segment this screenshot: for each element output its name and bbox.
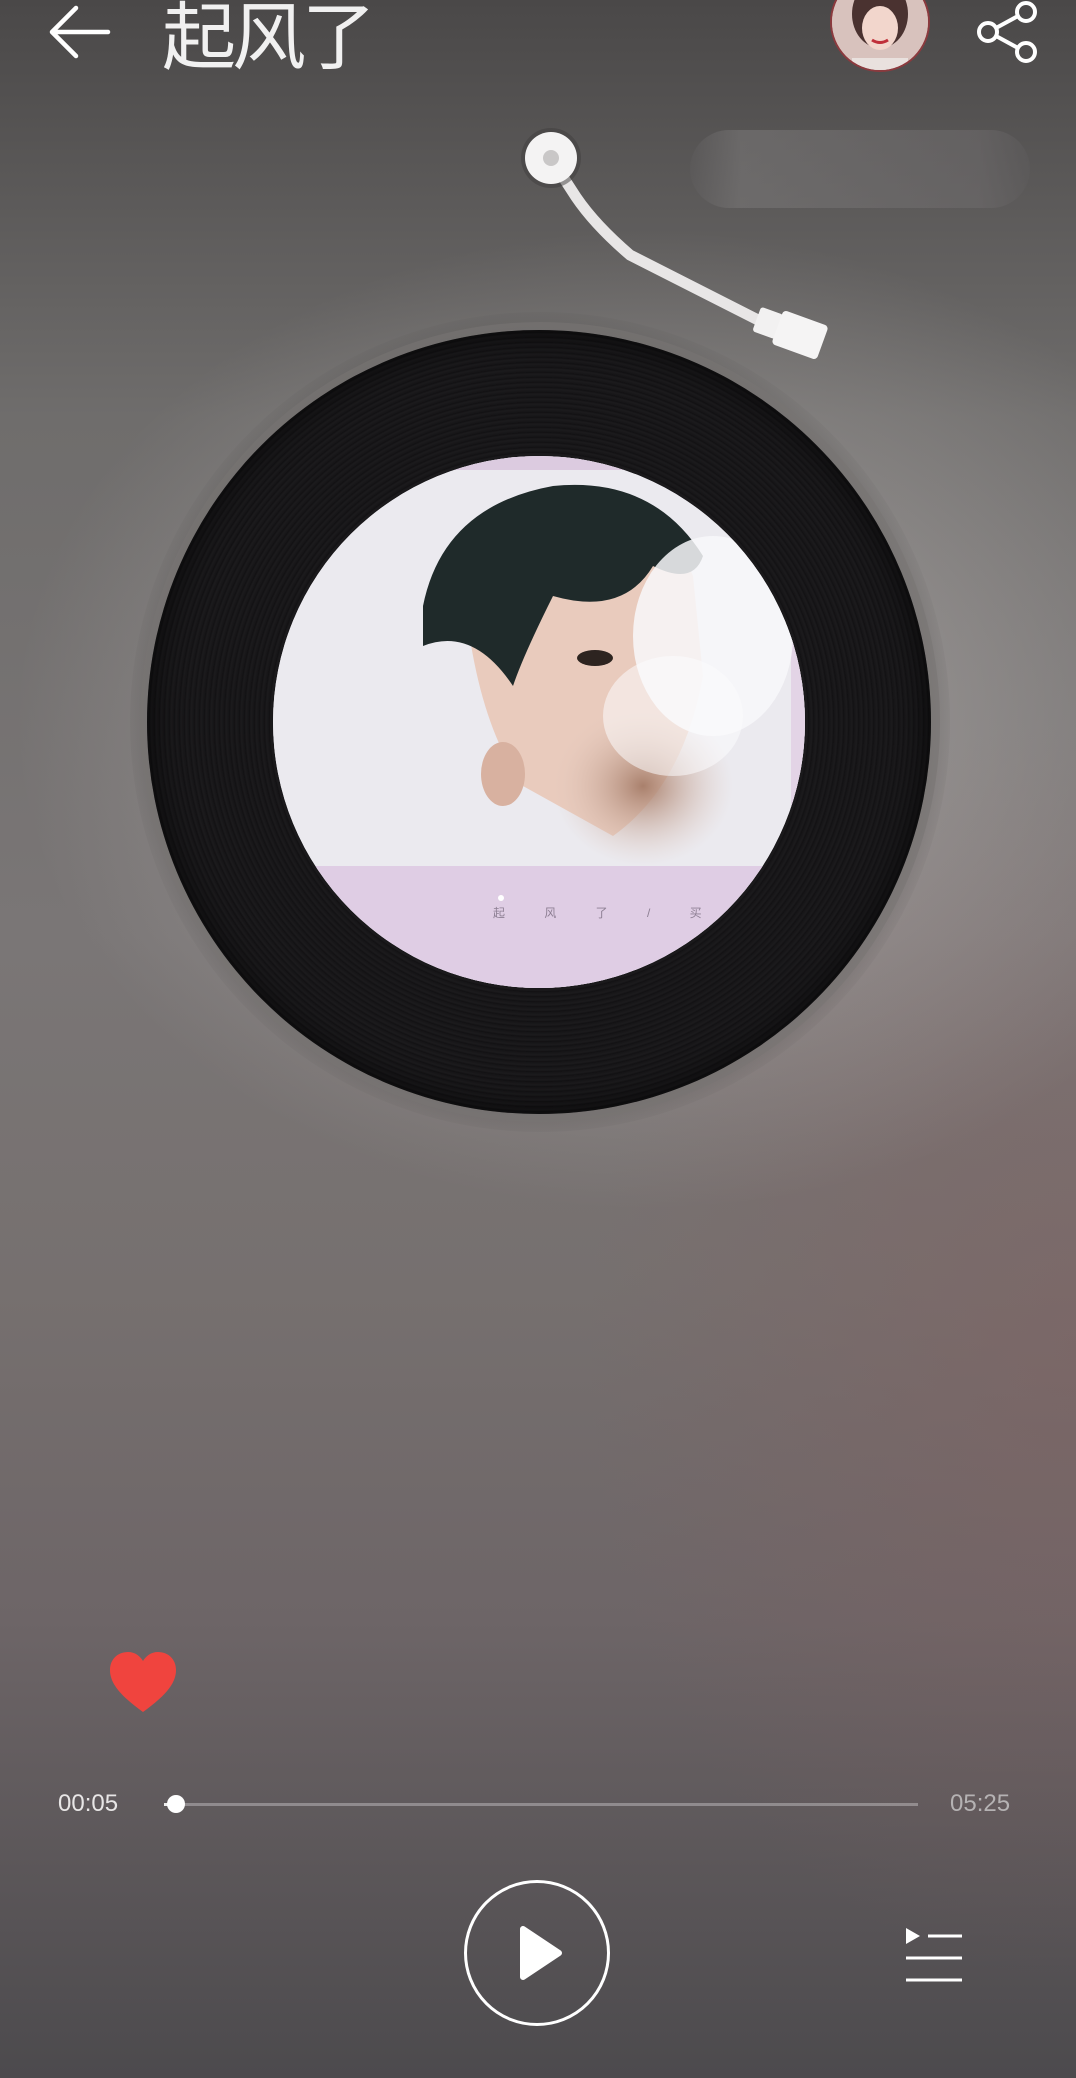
heart-icon xyxy=(110,1652,176,1712)
arrow-left-icon xyxy=(49,5,111,59)
progress-track[interactable] xyxy=(164,1803,918,1806)
back-button[interactable] xyxy=(40,0,130,70)
album-cover: 起 风 了 / 买 辣 椒 也 用 券 xyxy=(273,456,805,988)
play-button[interactable] xyxy=(464,1880,610,2026)
album-caption: 起 风 了 / 买 辣 椒 也 用 券 xyxy=(493,906,805,920)
avatar-image xyxy=(832,0,928,70)
song-title: 起风了 xyxy=(162,0,376,81)
play-icon xyxy=(520,1926,562,1980)
share-button[interactable] xyxy=(970,0,1046,72)
playlist-button[interactable] xyxy=(904,1924,964,1986)
like-button[interactable] xyxy=(108,1650,178,1716)
progress-knob[interactable] xyxy=(167,1795,186,1813)
playlist-icon xyxy=(906,1928,962,1982)
elapsed-time: 00:05 xyxy=(58,1790,119,1817)
user-avatar[interactable] xyxy=(830,0,930,72)
total-time: 05:25 xyxy=(950,1790,1011,1817)
share-icon xyxy=(977,1,1037,63)
